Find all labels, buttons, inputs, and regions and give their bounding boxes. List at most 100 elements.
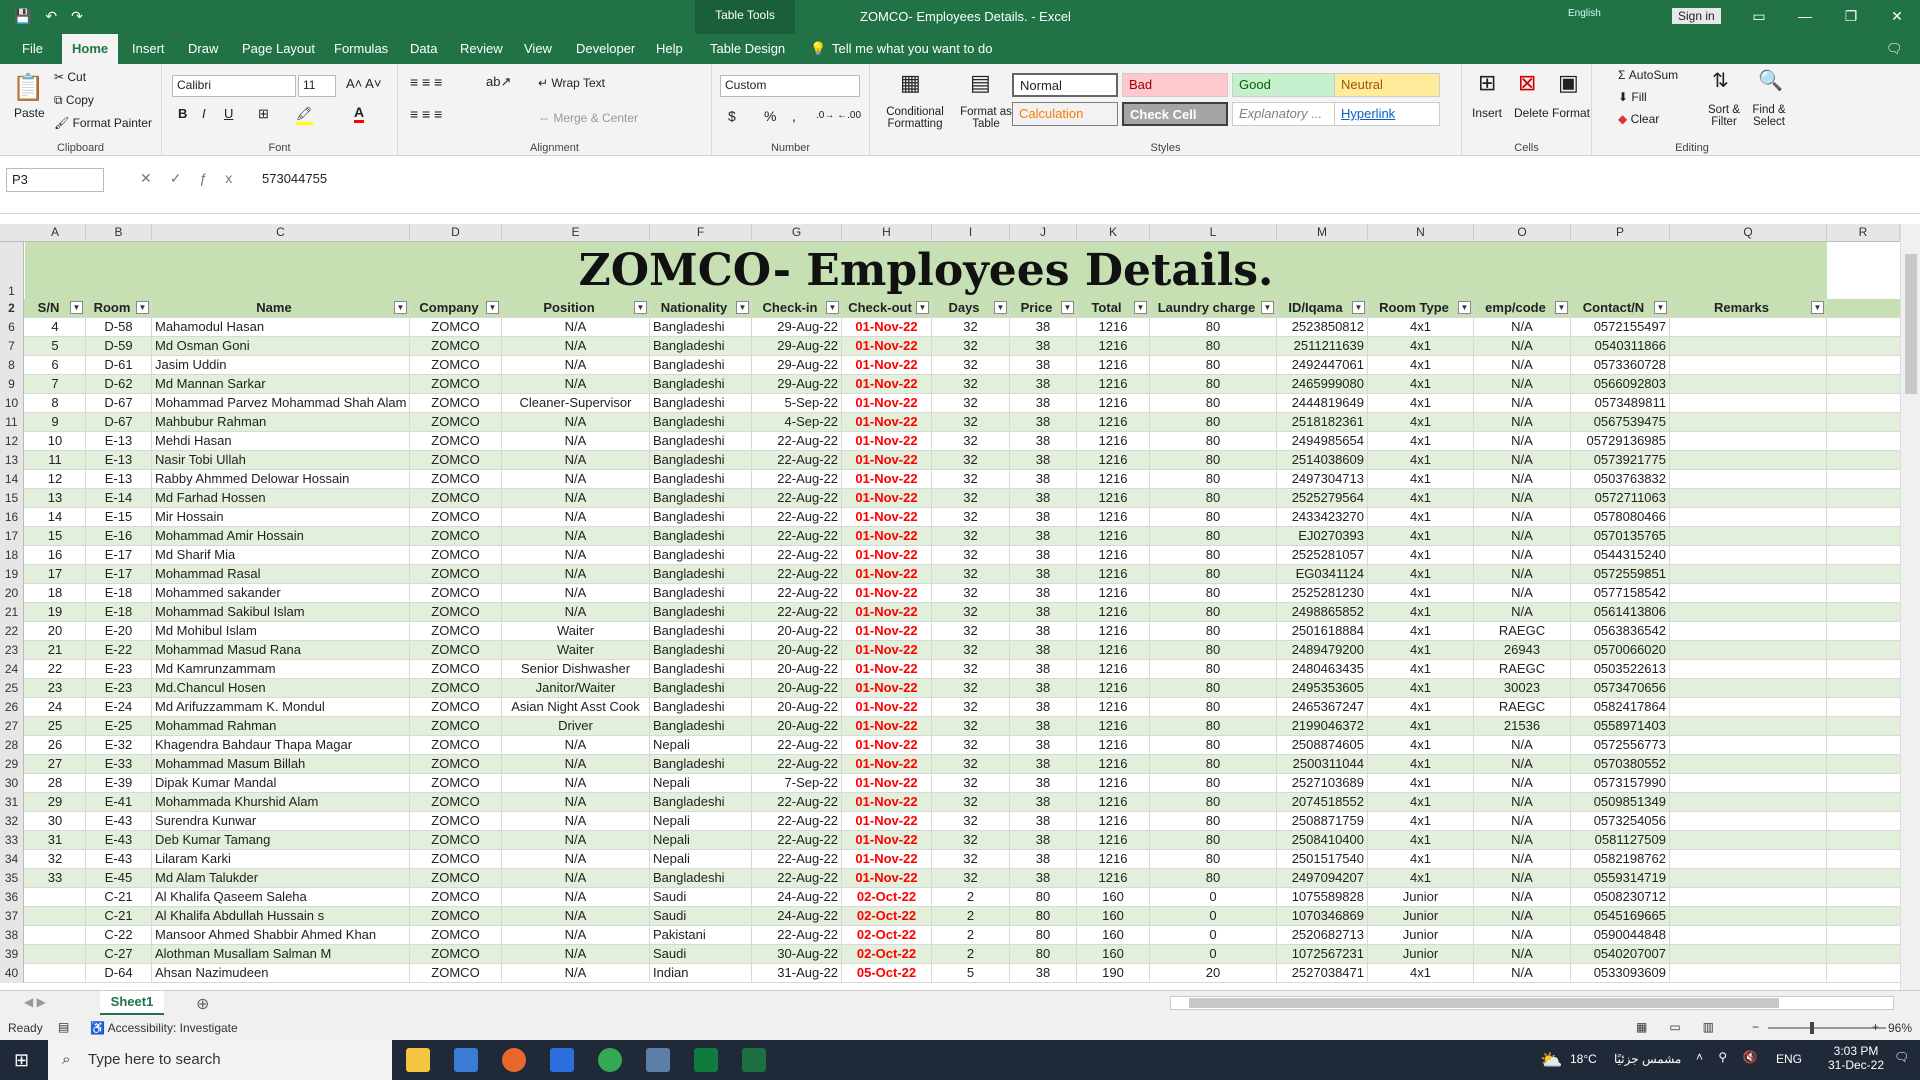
table-cell[interactable]: E-18 bbox=[86, 603, 152, 622]
table-row[interactable]: 36 C-21 Al Khalifa Qaseem Saleha ZOMCO N/A Sa… bbox=[0, 888, 1900, 907]
table-cell[interactable]: 2527038471 bbox=[1277, 964, 1368, 983]
find-select-icon[interactable]: 🔍 bbox=[1758, 68, 1783, 93]
table-cell[interactable]: 38 bbox=[1010, 527, 1077, 546]
column-header[interactable]: D bbox=[410, 224, 502, 242]
table-cell[interactable]: 2 bbox=[932, 926, 1010, 945]
table-cell[interactable]: 20-Aug-22 bbox=[752, 622, 842, 641]
table-cell[interactable] bbox=[1670, 413, 1827, 432]
table-cell[interactable]: 22-Aug-22 bbox=[752, 584, 842, 603]
table-cell[interactable]: N/A bbox=[502, 926, 650, 945]
table-cell[interactable]: Junior bbox=[1368, 888, 1474, 907]
table-cell[interactable]: 38 bbox=[1010, 337, 1077, 356]
table-cell[interactable]: 0573254056 bbox=[1571, 812, 1670, 831]
table-cell[interactable]: Bangladeshi bbox=[650, 565, 752, 584]
table-row[interactable]: 23 21 E-22 Mohammad Masud Rana ZOMCO Waiter Ba… bbox=[0, 641, 1900, 660]
table-cell[interactable]: 01-Nov-22 bbox=[842, 318, 932, 337]
table-cell[interactable]: 80 bbox=[1150, 394, 1277, 413]
table-cell[interactable]: 01-Nov-22 bbox=[842, 508, 932, 527]
table-cell[interactable]: 38 bbox=[1010, 394, 1077, 413]
table-cell[interactable]: 80 bbox=[1150, 584, 1277, 603]
table-cell[interactable]: 38 bbox=[1010, 356, 1077, 375]
table-row[interactable]: 27 25 E-25 Mohammad Rahman ZOMCO Driver Bangla… bbox=[0, 717, 1900, 736]
table-cell[interactable]: 2495353605 bbox=[1277, 679, 1368, 698]
table-cell[interactable]: Mehdi Hasan bbox=[152, 432, 410, 451]
table-cell[interactable]: Al Khalifa Abdullah Hussain s bbox=[152, 907, 410, 926]
vertical-align-icons[interactable]: ≡ ≡ ≡ bbox=[410, 74, 442, 90]
table-cell[interactable]: N/A bbox=[502, 907, 650, 926]
insert-cells-button[interactable]: Insert bbox=[1472, 106, 1502, 120]
table-cell[interactable]: 80 bbox=[1150, 356, 1277, 375]
table-cell[interactable]: 28 bbox=[25, 774, 86, 793]
table-cell[interactable]: 1216 bbox=[1077, 546, 1150, 565]
table-cell[interactable]: 0 bbox=[1150, 907, 1277, 926]
table-cell[interactable]: 0566092803 bbox=[1571, 375, 1670, 394]
table-cell[interactable]: N/A bbox=[502, 375, 650, 394]
table-cell[interactable]: 4x1 bbox=[1368, 793, 1474, 812]
table-cell[interactable]: 01-Nov-22 bbox=[842, 717, 932, 736]
table-cell[interactable]: 38 bbox=[1010, 660, 1077, 679]
table-cell[interactable] bbox=[1670, 641, 1827, 660]
row-number[interactable]: 34 bbox=[0, 850, 24, 869]
table-cell[interactable]: E-20 bbox=[86, 622, 152, 641]
header-cell[interactable]: emp/code ▼ bbox=[1474, 299, 1571, 318]
table-row[interactable]: 40 D-64 Ahsan Nazimudeen ZOMCO N/A Indian 31-A… bbox=[0, 964, 1900, 983]
table-cell[interactable]: 5 bbox=[25, 337, 86, 356]
table-cell[interactable]: N/A bbox=[1474, 793, 1571, 812]
table-cell[interactable]: 01-Nov-22 bbox=[842, 812, 932, 831]
table-cell[interactable]: N/A bbox=[502, 318, 650, 337]
table-row[interactable]: 13 11 E-13 Nasir Tobi Ullah ZOMCO N/A Banglade… bbox=[0, 451, 1900, 470]
table-cell[interactable]: 32 bbox=[932, 546, 1010, 565]
currency-button[interactable]: $ bbox=[728, 108, 736, 124]
table-cell[interactable]: Indian bbox=[650, 964, 752, 983]
style-explanatory[interactable]: Explanatory ... bbox=[1232, 102, 1338, 126]
table-cell[interactable]: 32 bbox=[932, 717, 1010, 736]
table-cell[interactable]: N/A bbox=[1474, 508, 1571, 527]
table-cell[interactable]: 01-Nov-22 bbox=[842, 736, 932, 755]
header-cell[interactable]: S/N ▼ bbox=[25, 299, 86, 318]
filter-dropdown-icon[interactable]: ▼ bbox=[1352, 301, 1365, 314]
table-cell[interactable]: ZOMCO bbox=[410, 812, 502, 831]
table-cell[interactable]: N/A bbox=[1474, 356, 1571, 375]
table-row[interactable]: 39 C-27 Alothman Musallam Salman M ZOMCO N/A… bbox=[0, 945, 1900, 964]
table-cell[interactable]: 4x1 bbox=[1368, 774, 1474, 793]
table-cell[interactable]: 2444819649 bbox=[1277, 394, 1368, 413]
table-cell[interactable]: N/A bbox=[502, 489, 650, 508]
sort-filter-button[interactable]: Sort & Filter bbox=[1700, 104, 1748, 128]
table-cell[interactable]: 80 bbox=[1150, 375, 1277, 394]
table-cell[interactable]: ZOMCO bbox=[410, 432, 502, 451]
tab-view[interactable]: View bbox=[514, 34, 562, 64]
table-cell[interactable]: ZOMCO bbox=[410, 337, 502, 356]
row-number[interactable]: 20 bbox=[0, 584, 24, 603]
table-cell[interactable]: 1216 bbox=[1077, 717, 1150, 736]
name-box[interactable]: P3 bbox=[6, 168, 104, 192]
table-cell[interactable]: 4x1 bbox=[1368, 622, 1474, 641]
table-cell[interactable]: 1070346869 bbox=[1277, 907, 1368, 926]
table-cell[interactable]: 2520682713 bbox=[1277, 926, 1368, 945]
table-cell[interactable]: 0545169665 bbox=[1571, 907, 1670, 926]
table-cell[interactable]: 22-Aug-22 bbox=[752, 926, 842, 945]
table-cell[interactable]: 25 bbox=[25, 717, 86, 736]
table-cell[interactable]: Md Mohibul Islam bbox=[152, 622, 410, 641]
table-cell[interactable]: 38 bbox=[1010, 565, 1077, 584]
table-cell[interactable]: N/A bbox=[502, 831, 650, 850]
table-cell[interactable]: 80 bbox=[1150, 850, 1277, 869]
table-cell[interactable]: ZOMCO bbox=[410, 622, 502, 641]
tell-me-search[interactable]: Tell me what you want to do bbox=[822, 34, 1002, 64]
table-cell[interactable]: 22-Aug-22 bbox=[752, 546, 842, 565]
table-cell[interactable]: 1216 bbox=[1077, 356, 1150, 375]
table-cell[interactable]: Bangladeshi bbox=[650, 337, 752, 356]
table-cell[interactable]: 2527103689 bbox=[1277, 774, 1368, 793]
table-cell[interactable]: Bangladeshi bbox=[650, 489, 752, 508]
table-cell[interactable]: C-21 bbox=[86, 888, 152, 907]
table-cell[interactable]: Mohammed sakander bbox=[152, 584, 410, 603]
table-cell[interactable]: Junior bbox=[1368, 907, 1474, 926]
tab-developer[interactable]: Developer bbox=[566, 34, 645, 64]
table-cell[interactable]: ZOMCO bbox=[410, 907, 502, 926]
column-header[interactable]: J bbox=[1010, 224, 1077, 242]
store-icon[interactable] bbox=[454, 1048, 478, 1072]
table-cell[interactable]: 22-Aug-22 bbox=[752, 869, 842, 888]
sheet-tab-sheet1[interactable]: Sheet1 bbox=[100, 991, 164, 1015]
table-cell[interactable]: Khagendra Bahdaur Thapa Magar bbox=[152, 736, 410, 755]
table-cell[interactable] bbox=[1670, 394, 1827, 413]
table-cell[interactable]: Mohammad Masum Billah bbox=[152, 755, 410, 774]
